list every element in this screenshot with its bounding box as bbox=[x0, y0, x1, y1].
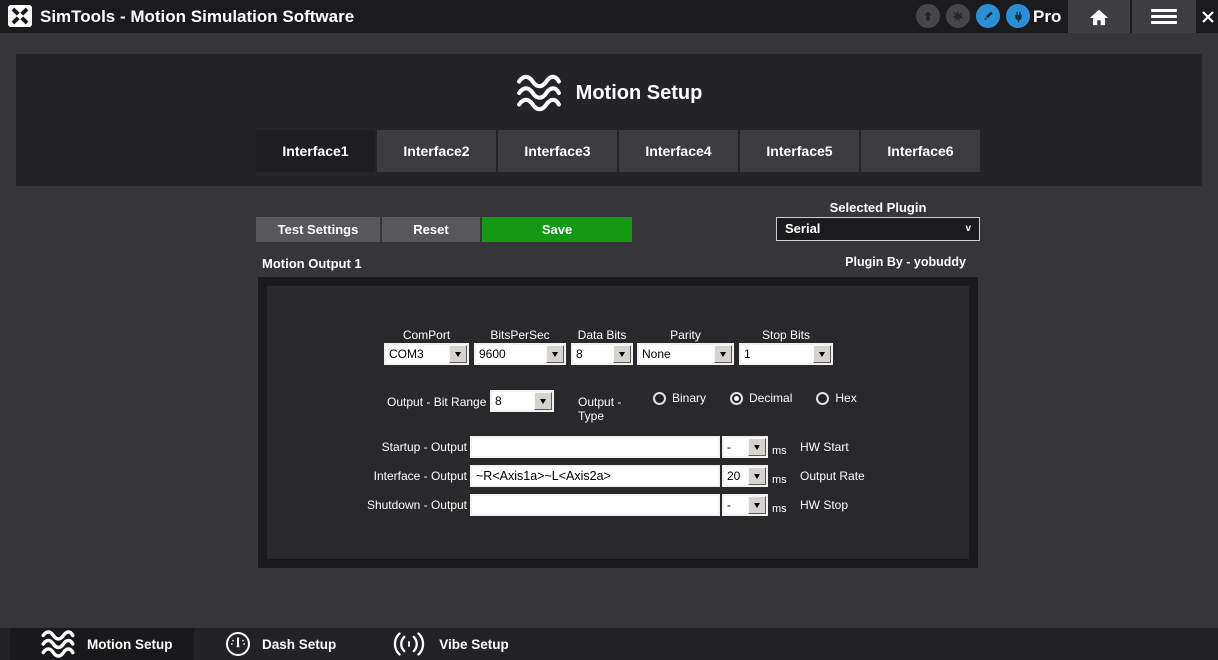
plugin-by-label: Plugin By - yobuddy bbox=[845, 255, 966, 269]
bitspersec-select[interactable]: 9600 bbox=[474, 343, 566, 365]
parity-value: None bbox=[639, 345, 714, 363]
parity-label: Parity bbox=[637, 328, 734, 342]
page-title-row: Motion Setup bbox=[16, 74, 1202, 112]
save-button[interactable]: Save bbox=[482, 217, 632, 242]
edit-button[interactable] bbox=[976, 4, 1000, 28]
titlebar: SimTools - Motion Simulation Software Pr… bbox=[0, 0, 1218, 33]
comport-value: COM3 bbox=[386, 345, 449, 363]
selected-plugin-label: Selected Plugin bbox=[776, 200, 980, 215]
close-button[interactable] bbox=[1198, 0, 1218, 33]
upload-arrow-icon bbox=[921, 9, 935, 23]
close-icon bbox=[1201, 10, 1215, 24]
tab-interface5[interactable]: Interface5 bbox=[740, 130, 859, 172]
output-type-label: Output - Type bbox=[578, 395, 650, 423]
tab-interface3[interactable]: Interface3 bbox=[498, 130, 617, 172]
bit-range-value: 8 bbox=[492, 392, 534, 410]
dropdown-arrow-icon[interactable] bbox=[748, 467, 766, 485]
waves-icon bbox=[40, 630, 76, 658]
dropdown-arrow-icon[interactable] bbox=[748, 438, 766, 456]
test-settings-button[interactable]: Test Settings bbox=[256, 217, 380, 242]
bottom-nav-bar: Motion Setup Dash Setup Vibe Setup bbox=[0, 628, 1218, 660]
startup-output-input[interactable] bbox=[470, 436, 720, 458]
interface-output-input[interactable] bbox=[470, 465, 720, 487]
dropdown-arrow-icon[interactable] bbox=[613, 345, 631, 363]
radio-decimal[interactable]: Decimal bbox=[730, 391, 792, 405]
databits-select[interactable]: 8 bbox=[571, 343, 633, 365]
dropdown-arrow-icon[interactable] bbox=[714, 345, 732, 363]
stopbits-select[interactable]: 1 bbox=[739, 343, 833, 365]
bottom-nav-vibe-setup[interactable]: Vibe Setup bbox=[390, 628, 509, 660]
output-rate-label: Output Rate bbox=[800, 469, 865, 483]
radio-hex[interactable]: Hex bbox=[816, 391, 856, 405]
ms-unit-label: ms bbox=[772, 445, 787, 457]
bottom-nav-motion-setup[interactable]: Motion Setup bbox=[10, 628, 194, 660]
dropdown-arrow-icon[interactable] bbox=[813, 345, 831, 363]
plugin-select[interactable]: Serial v bbox=[776, 217, 980, 241]
menu-icon bbox=[1151, 6, 1177, 27]
burst-button[interactable] bbox=[946, 4, 970, 28]
parity-select[interactable]: None bbox=[637, 343, 734, 365]
bitspersec-label: BitsPerSec bbox=[474, 328, 566, 342]
ms-unit-label: ms bbox=[772, 503, 787, 515]
comport-select[interactable]: COM3 bbox=[384, 343, 469, 365]
pro-badge: Pro bbox=[1033, 0, 1061, 33]
update-button[interactable] bbox=[916, 4, 940, 28]
waves-icon bbox=[516, 74, 562, 112]
chevron-down-icon: v bbox=[965, 218, 971, 240]
shutdown-output-input[interactable] bbox=[470, 494, 720, 516]
vibe-icon bbox=[390, 631, 428, 657]
home-icon bbox=[1088, 7, 1110, 27]
hw-start-label: HW Start bbox=[800, 440, 849, 454]
shutdown-output-label: Shutdown - Output bbox=[300, 498, 467, 512]
stopbits-label: Stop Bits bbox=[739, 328, 833, 342]
plug-icon bbox=[1011, 9, 1026, 24]
reset-button[interactable]: Reset bbox=[382, 217, 480, 242]
menu-button[interactable] bbox=[1132, 0, 1196, 33]
burst-icon bbox=[950, 8, 966, 24]
dropdown-arrow-icon[interactable] bbox=[534, 392, 552, 410]
plugin-button[interactable] bbox=[1006, 4, 1030, 28]
dropdown-arrow-icon[interactable] bbox=[748, 496, 766, 514]
databits-value: 8 bbox=[573, 345, 613, 363]
app-title: SimTools - Motion Simulation Software bbox=[40, 0, 354, 33]
pencil-icon bbox=[981, 9, 995, 23]
bit-range-label: Output - Bit Range bbox=[387, 395, 487, 409]
titlebar-status-icons bbox=[916, 4, 1030, 28]
bit-range-select[interactable]: 8 bbox=[490, 390, 554, 412]
simtools-logo-icon bbox=[8, 5, 32, 27]
home-button[interactable] bbox=[1068, 0, 1130, 33]
simtools-window: { "window": { "title": "SimTools - Motio… bbox=[0, 0, 1218, 660]
output-type-radio-group: Binary Decimal Hex bbox=[653, 391, 857, 405]
tab-interface1[interactable]: Interface1 bbox=[256, 130, 375, 172]
dropdown-arrow-icon[interactable] bbox=[546, 345, 564, 363]
gauge-icon bbox=[225, 631, 251, 657]
plugin-select-value: Serial bbox=[785, 221, 820, 236]
tab-interface4[interactable]: Interface4 bbox=[619, 130, 738, 172]
page-title: Motion Setup bbox=[576, 82, 703, 105]
tab-interface6[interactable]: Interface6 bbox=[861, 130, 980, 172]
radio-binary[interactable]: Binary bbox=[653, 391, 706, 405]
bitspersec-value: 9600 bbox=[476, 345, 546, 363]
radio-button-icon bbox=[653, 392, 666, 405]
comport-label: ComPort bbox=[384, 328, 469, 342]
dropdown-arrow-icon[interactable] bbox=[449, 345, 467, 363]
stopbits-value: 1 bbox=[741, 345, 813, 363]
interface-output-label: Interface - Output bbox=[300, 469, 467, 483]
shutdown-interval-select[interactable]: - bbox=[722, 494, 768, 516]
startup-output-label: Startup - Output bbox=[300, 440, 467, 454]
interface-tabs: Interface1 Interface2 Interface3 Interfa… bbox=[256, 130, 980, 172]
radio-button-selected-icon bbox=[730, 392, 743, 405]
hw-stop-label: HW Stop bbox=[800, 498, 848, 512]
ms-unit-label: ms bbox=[772, 474, 787, 486]
motion-output-title: Motion Output 1 bbox=[262, 256, 362, 271]
startup-interval-select[interactable]: - bbox=[722, 436, 768, 458]
output-rate-select[interactable]: 20 bbox=[722, 465, 768, 487]
radio-button-icon bbox=[816, 392, 829, 405]
tab-interface2[interactable]: Interface2 bbox=[377, 130, 496, 172]
bottom-nav-dash-setup[interactable]: Dash Setup bbox=[225, 628, 336, 660]
databits-label: Data Bits bbox=[571, 328, 633, 342]
